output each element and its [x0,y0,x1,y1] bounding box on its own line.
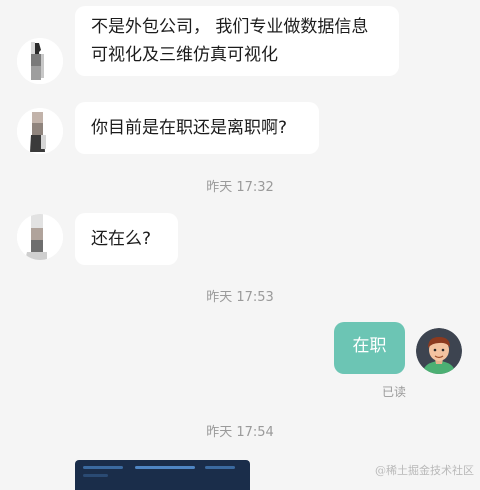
person-silhouette-icon [17,214,63,260]
image-content-bar [135,466,195,469]
image-content-bar [205,466,235,469]
message-bubble[interactable]: 你目前是在职还是离职啊? [75,102,319,154]
message-text: 还在么? [91,229,152,249]
watermark: @稀土掘金技术社区 [375,464,474,477]
image-content-bar [83,466,123,469]
message-text: 在职 [352,336,387,356]
cartoon-man-avatar-icon [416,328,462,374]
message-text: 不是外包公司， 我们专业做数据信息可视化及三维仿真可视化 [91,17,369,65]
contact-avatar[interactable] [17,38,63,84]
contact-avatar[interactable] [17,108,63,154]
image-message[interactable] [75,460,250,490]
message-bubble[interactable]: 不是外包公司， 我们专业做数据信息可视化及三维仿真可视化 [75,6,399,76]
chat-message-list[interactable]: 不是外包公司， 我们专业做数据信息可视化及三维仿真可视化 你目前是在职还是离职啊… [0,0,480,490]
person-silhouette-icon [17,38,63,84]
timestamp: 昨天 17:53 [206,290,274,305]
person-silhouette-icon [17,108,63,154]
message-bubble-outgoing[interactable]: 在职 [334,322,405,374]
image-content-bar [83,474,108,477]
timestamp: 昨天 17:54 [206,425,274,440]
my-avatar[interactable] [416,328,462,374]
message-text: 你目前是在职还是离职啊? [91,118,288,138]
message-bubble[interactable]: 还在么? [75,213,178,265]
timestamp: 昨天 17:32 [206,180,274,195]
contact-avatar[interactable] [17,214,63,260]
read-status: 已读 [382,385,407,399]
